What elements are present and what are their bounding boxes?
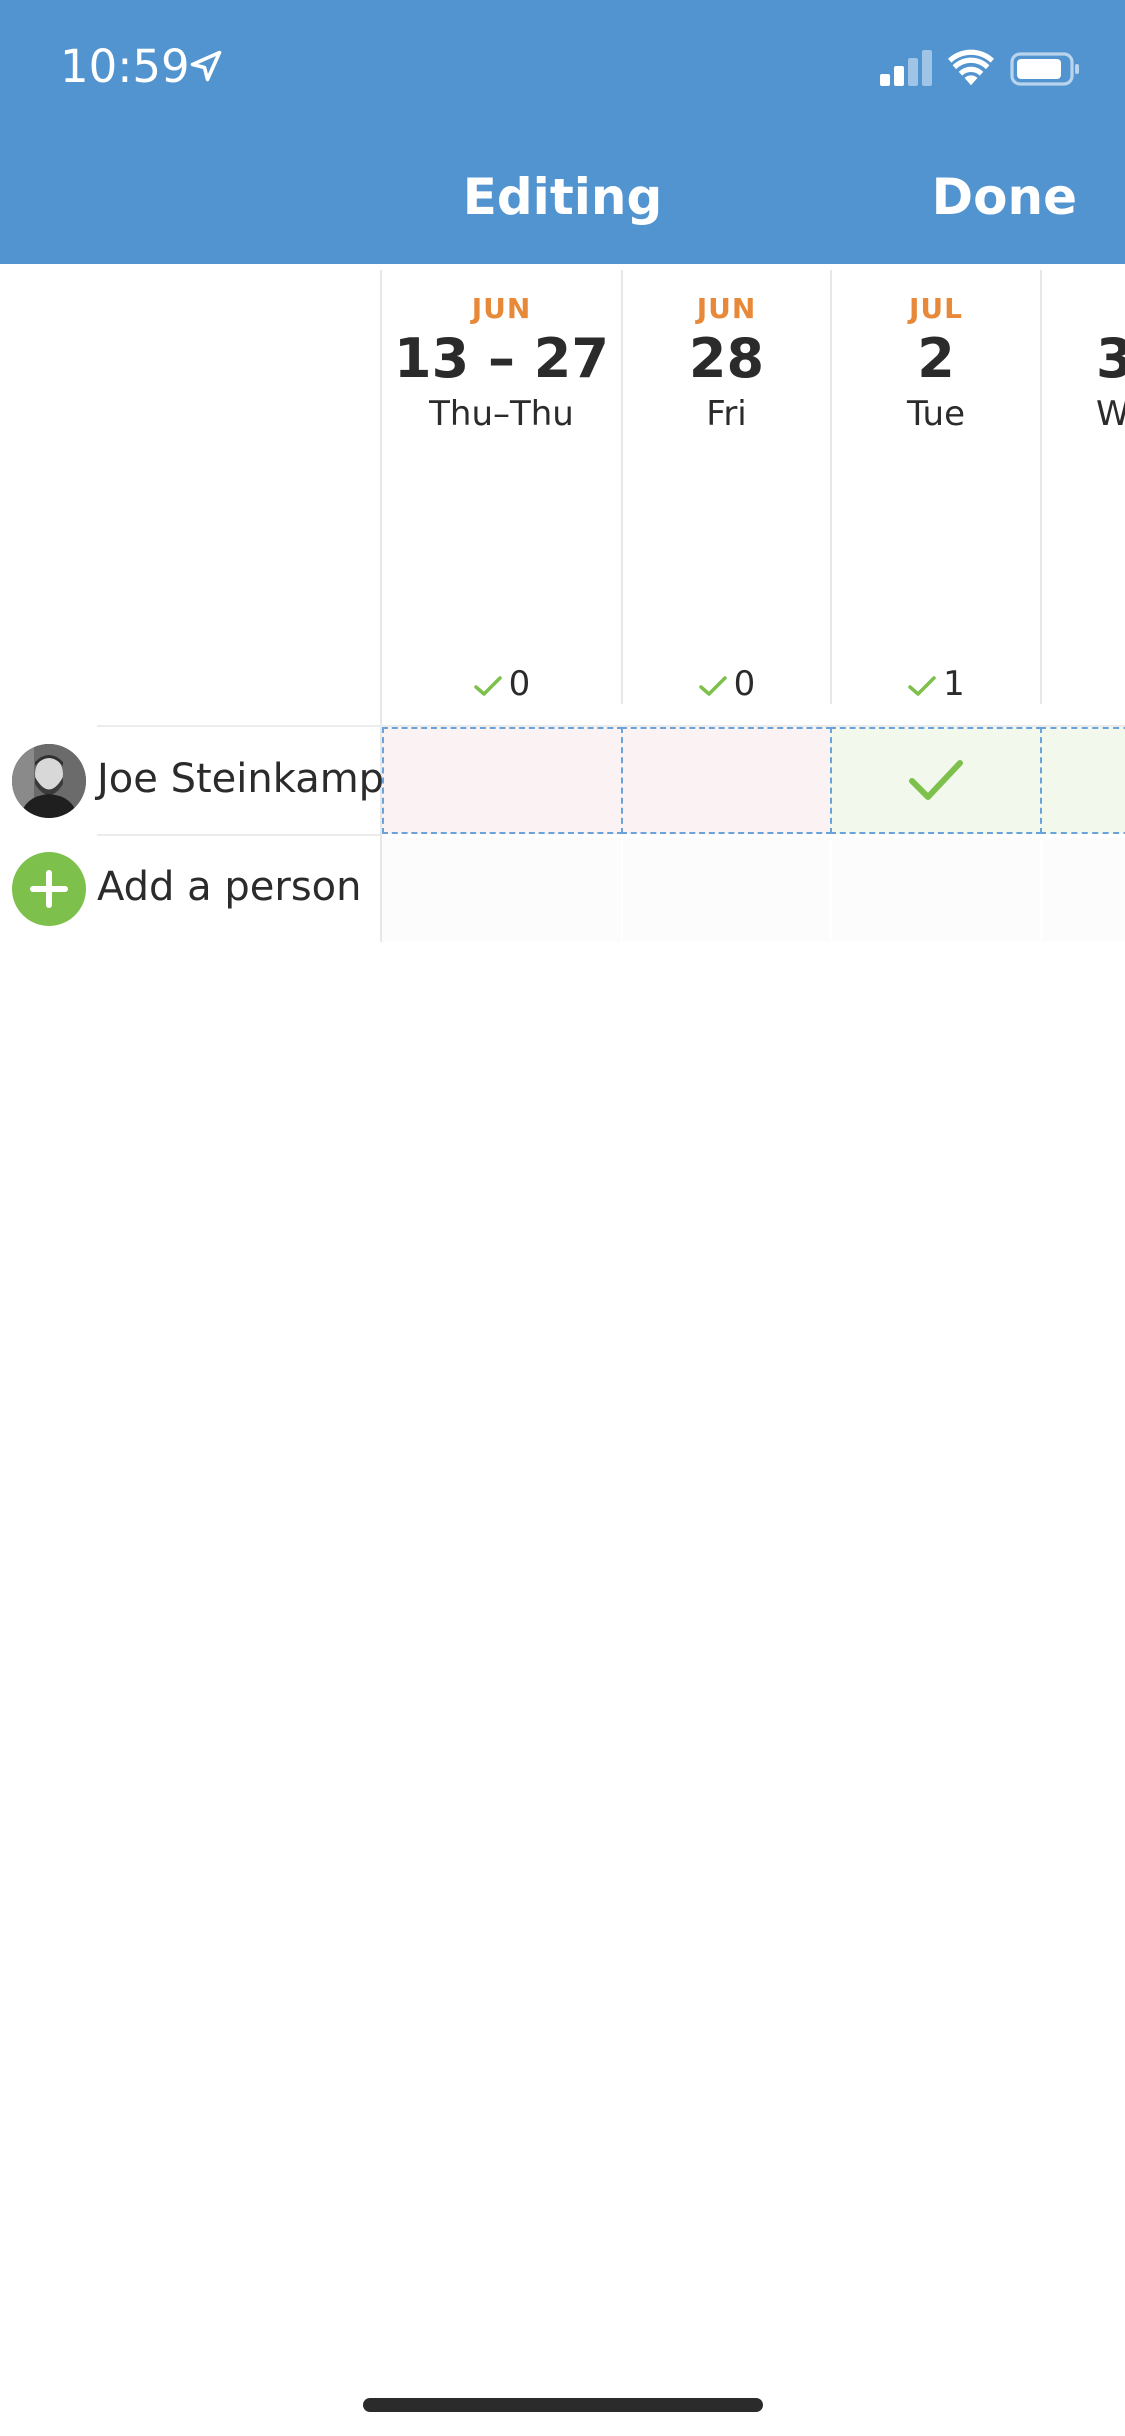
column-weekday: Fri bbox=[706, 394, 747, 434]
add-person-label[interactable]: Add a person bbox=[97, 864, 362, 910]
battery-icon bbox=[1010, 52, 1079, 86]
availability-cell-no[interactable] bbox=[621, 727, 832, 834]
row-divider bbox=[97, 834, 380, 836]
location-arrow-icon bbox=[190, 50, 222, 82]
date-column-header[interactable]: 3 W bbox=[1042, 292, 1125, 434]
add-person-button[interactable] bbox=[12, 852, 86, 926]
status-time: 10:59 bbox=[60, 40, 190, 93]
availability-cell-no[interactable] bbox=[382, 727, 623, 834]
availability-cell-yes[interactable] bbox=[1040, 727, 1125, 834]
home-indicator[interactable] bbox=[363, 2398, 763, 2412]
column-date: 13 – 27 bbox=[394, 327, 609, 390]
column-month: JUL bbox=[909, 292, 963, 325]
date-column-header[interactable]: JUN 28 Fri bbox=[623, 292, 830, 434]
availability-cell-yes[interactable] bbox=[830, 727, 1042, 834]
column-weekday: W bbox=[1096, 394, 1125, 434]
date-column-header[interactable]: JUL 2 Tue bbox=[832, 292, 1040, 434]
column-weekday: Thu–Thu bbox=[429, 394, 574, 434]
column-month bbox=[1096, 292, 1125, 325]
column-date: 3 bbox=[1096, 327, 1125, 390]
yes-count: 1 bbox=[832, 664, 1040, 704]
date-column-header[interactable]: JUN 13 – 27 Thu–Thu bbox=[382, 292, 621, 434]
avatar bbox=[12, 744, 86, 818]
wifi-icon bbox=[948, 49, 994, 86]
column-weekday: Tue bbox=[906, 394, 966, 434]
check-icon bbox=[473, 675, 502, 696]
column-month: JUN bbox=[471, 292, 532, 325]
column-date: 28 bbox=[688, 327, 765, 390]
person-name[interactable]: Joe Steinkamp bbox=[97, 756, 384, 802]
column-month: JUN bbox=[696, 292, 757, 325]
empty-cell bbox=[832, 838, 1040, 942]
plus-icon bbox=[30, 870, 68, 908]
yes-count: 0 bbox=[382, 664, 621, 704]
cellular-signal-icon bbox=[880, 50, 932, 86]
navigation-bar: 10:59 Editing Done bbox=[0, 0, 1125, 264]
person-photo-icon bbox=[12, 744, 86, 818]
done-button[interactable]: Done bbox=[932, 168, 1077, 226]
check-icon bbox=[908, 675, 936, 696]
yes-count: 0 bbox=[623, 664, 830, 704]
check-icon bbox=[698, 675, 727, 696]
empty-cell bbox=[623, 838, 830, 942]
column-date: 2 bbox=[917, 327, 955, 390]
empty-cell bbox=[382, 838, 621, 942]
check-icon bbox=[909, 759, 963, 800]
empty-cell bbox=[1042, 838, 1125, 942]
